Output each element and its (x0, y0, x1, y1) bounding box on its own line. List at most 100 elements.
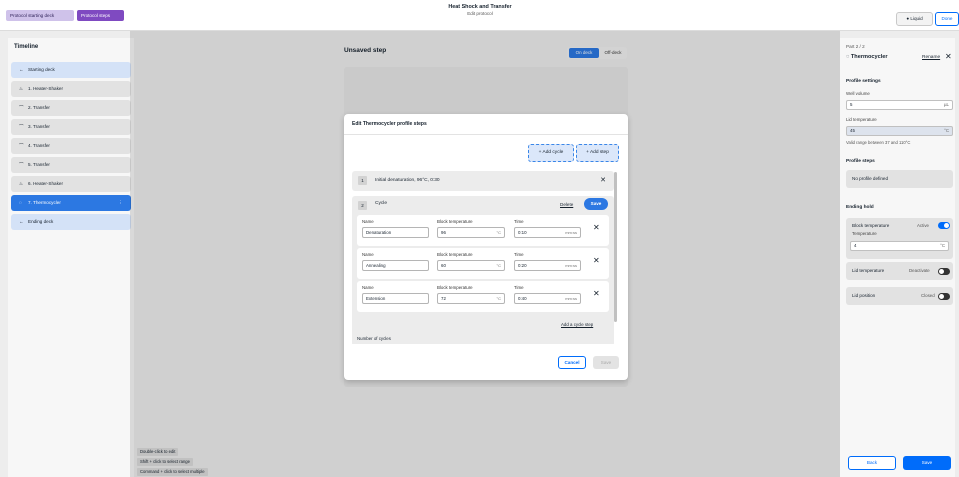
timeline-item-label: 6. Heater-Shaker (28, 181, 63, 186)
block-temperature-input[interactable]: 72 °C (437, 293, 505, 304)
timeline-item-label: 7. Thermocycler (28, 200, 61, 205)
block-temperature-label: Block temperature (437, 219, 473, 224)
step-name: ◌ Thermocycler (846, 54, 888, 60)
well-volume-input[interactable]: 5 µL (846, 100, 953, 110)
step-name-input[interactable]: Extension (362, 293, 429, 304)
cancel-button[interactable]: Cancel (558, 356, 586, 369)
time-label: Time (514, 219, 524, 224)
lid-temperature-value: 45 (850, 128, 855, 133)
lid-position-label: Lid position (852, 293, 876, 298)
block-temperature-box: Block temperature Active Temperature 4 °… (846, 218, 953, 259)
lid-position-status: Closed (921, 293, 935, 298)
step-number-badge: 2 (358, 201, 367, 210)
rename-link[interactable]: Rename (922, 55, 940, 60)
block-temperature-input[interactable]: 4 °C (850, 241, 949, 251)
add-cycle-button[interactable]: + Add cycle (528, 144, 574, 162)
step-summary: Initial denaturation, 96°C, 0:30 (375, 178, 440, 183)
timeline-item-label: 2. Transfer (28, 105, 50, 110)
top-bar: Protocol starting deck Protocol steps He… (0, 0, 959, 31)
more-options-icon[interactable]: ⋮ (118, 195, 123, 211)
protocol-steps-tab[interactable]: Protocol steps (77, 10, 124, 21)
cycle-step-card: Name Block temperature Time Annealing 60… (357, 248, 609, 279)
timeline-item-label: 3. Transfer (28, 124, 50, 129)
time-value: 0:20 (518, 263, 527, 268)
step-name-input[interactable]: Annealing (362, 260, 429, 271)
heater-shaker-icon: ♨ (19, 86, 24, 91)
modal-save-button[interactable]: Save (593, 356, 619, 369)
arrow-left-icon: ← (19, 67, 24, 72)
block-temperature-label: Block temperature (437, 285, 473, 290)
temperature-value: 72 (441, 296, 446, 301)
timeline-item-label: Ending deck (28, 219, 54, 224)
block-temperature-input[interactable]: 96 °C (437, 227, 505, 238)
save-cycle-button[interactable]: Save (584, 198, 608, 210)
temperature-unit: °C (496, 296, 502, 301)
block-temperature-label: Block temperature (437, 252, 473, 257)
name-label: Name (362, 219, 374, 224)
cycle-step-card: Name Block temperature Time Denaturation… (357, 215, 609, 246)
liquid-button[interactable]: ● Liquid (896, 12, 933, 26)
step-settings-panel: Part 2 / 2 ◌ Thermocycler Rename ✕ Profi… (840, 38, 955, 477)
temperature-unit: °C (496, 230, 502, 235)
lid-temperature-toggle[interactable] (938, 268, 950, 275)
profile-step-row[interactable]: 1 Initial denaturation, 96°C, 0:30 ✕ (352, 171, 614, 191)
time-unit: mm:ss (565, 296, 577, 301)
lid-temperature-input[interactable]: 45 °C (846, 126, 953, 136)
remove-cycle-step-icon[interactable]: ✕ (593, 289, 600, 298)
add-step-button[interactable]: + Add step (576, 144, 619, 162)
thermocycler-icon: ◌ (19, 200, 22, 205)
timeline-item-transfer-2[interactable]: ⌒ 2. Transfer (11, 100, 131, 116)
timeline-item-label: 4. Transfer (28, 143, 50, 148)
timeline-title: Timeline (14, 44, 39, 50)
thermocycler-icon: ◌ (846, 54, 850, 60)
block-temperature-label: Block temperature (852, 223, 890, 228)
timeline-item-ending-deck[interactable]: ← Ending deck (11, 214, 131, 230)
modal-title: Edit Thermocycler profile steps (352, 121, 427, 127)
profile-steps-list[interactable]: 1 Initial denaturation, 96°C, 0:30 ✕ 2 C… (352, 171, 616, 344)
timeline-item-transfer-5[interactable]: ⌒ 5. Transfer (11, 157, 131, 173)
lid-temperature-hold-label: Lid temperature (852, 268, 885, 273)
modal-scrollbar[interactable] (614, 172, 617, 322)
transfer-icon: ⌒ (19, 162, 24, 167)
number-of-cycles-label: Number of cycles (357, 336, 391, 341)
timeline-item-thermocycler-7[interactable]: ◌ 7. Thermocycler ⋮ (11, 195, 131, 211)
delete-cycle-link[interactable]: Delete (560, 202, 573, 207)
add-cycle-step-link[interactable]: Add a cycle step (561, 322, 593, 327)
ending-hold-heading: Ending hold (846, 205, 874, 210)
remove-cycle-step-icon[interactable]: ✕ (593, 223, 600, 232)
remove-cycle-step-icon[interactable]: ✕ (593, 256, 600, 265)
done-button[interactable]: Done (935, 12, 959, 26)
delete-step-icon[interactable]: ✕ (600, 171, 606, 191)
protocol-starting-deck-tab[interactable]: Protocol starting deck (6, 10, 74, 21)
protocol-title: Heat Shock and Transfer (448, 4, 512, 10)
block-temperature-value: 4 (854, 243, 857, 248)
timeline-panel: Timeline ← Starting deck ♨ 1. Heater-Shake… (8, 38, 134, 477)
well-volume-unit: µL (944, 102, 949, 107)
well-volume-label: Well volume (846, 91, 870, 96)
time-input[interactable]: 0:10 mm:ss (514, 227, 581, 238)
timeline-item-starting-deck[interactable]: ← Starting deck (11, 62, 131, 78)
cycle-step-card: Name Block temperature Time Extension 72… (357, 281, 609, 312)
time-input[interactable]: 0:20 mm:ss (514, 260, 581, 271)
back-button[interactable]: Back (848, 456, 896, 470)
timeline-item-transfer-4[interactable]: ⌒ 4. Transfer (11, 138, 131, 154)
timeline-item-transfer-3[interactable]: ⌒ 3. Transfer (11, 119, 131, 135)
timeline-item-heater-shaker-1[interactable]: ♨ 1. Heater-Shaker (11, 81, 131, 97)
time-input[interactable]: 0:40 mm:ss (514, 293, 581, 304)
block-temperature-toggle[interactable] (938, 222, 950, 229)
block-temperature-sublabel: Temperature (852, 231, 877, 236)
step-name-input[interactable]: Denaturation (362, 227, 429, 238)
lid-temperature-unit: °C (944, 128, 949, 133)
modal-divider (344, 134, 628, 135)
time-value: 0:40 (518, 296, 527, 301)
block-temperature-status: Active (917, 223, 929, 228)
close-icon[interactable]: ✕ (945, 52, 952, 61)
block-temperature-input[interactable]: 60 °C (437, 260, 505, 271)
arrow-left-icon: ← (19, 219, 24, 224)
timeline-item-heater-shaker-6[interactable]: ♨ 6. Heater-Shaker (11, 176, 131, 192)
time-unit: mm:ss (565, 263, 577, 268)
profile-steps-heading: Profile steps (846, 159, 875, 164)
save-button[interactable]: Save (903, 456, 951, 470)
lid-temperature-hold-status: Deactivate (909, 268, 930, 273)
lid-position-toggle[interactable] (938, 293, 950, 300)
